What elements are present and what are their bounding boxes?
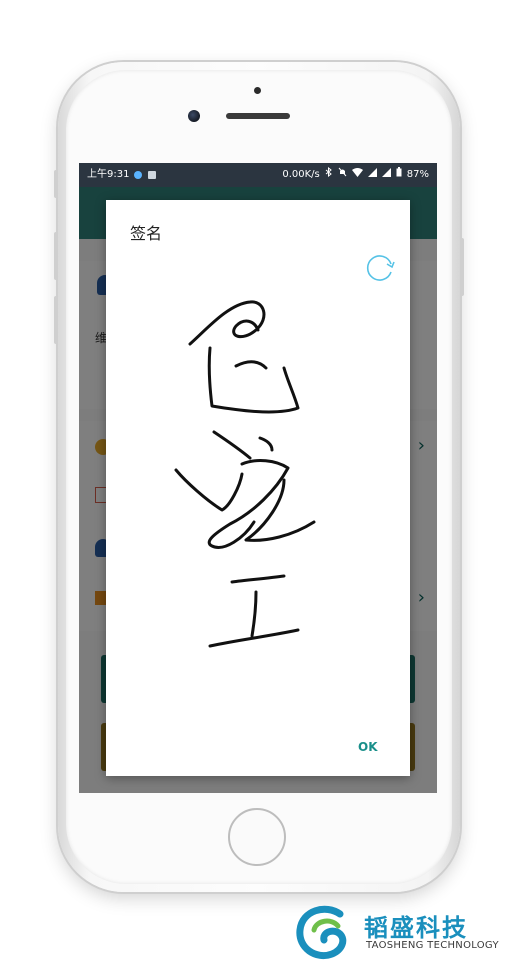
signature-canvas[interactable]: [166, 290, 326, 660]
earpiece-speaker: [226, 113, 290, 119]
brand-name-en: TAOSHENG TECHNOLOGY: [366, 940, 499, 951]
signature-strokes: [174, 300, 316, 648]
bluetooth-icon: [325, 163, 333, 187]
mute-switch: [54, 170, 58, 198]
notification-image-icon: [148, 171, 156, 179]
dialog-title: 签名: [130, 224, 163, 243]
mute-icon: [338, 163, 347, 187]
volume-up-button: [54, 232, 58, 280]
brand-name-cn: 韬盛科技: [364, 914, 468, 942]
battery-level: 87%: [406, 169, 429, 180]
status-time: 上午9:31: [87, 169, 130, 180]
status-right-cluster: 0.00K/s 87%: [282, 163, 429, 187]
home-button[interactable]: [228, 808, 286, 866]
wifi-icon: [351, 163, 363, 187]
network-speed: 0.00K/s: [282, 169, 320, 180]
signal-icon: [381, 163, 391, 187]
proximity-sensor: [254, 87, 261, 94]
refresh-icon[interactable]: [362, 250, 398, 286]
signature-dialog: 签名 OK: [106, 200, 410, 776]
ok-button[interactable]: OK: [358, 740, 378, 754]
status-bar: 上午9:31 0.00K/s 87%: [79, 163, 437, 187]
battery-icon: [396, 163, 402, 187]
brand-logo-icon: [296, 904, 350, 960]
front-camera-icon: [188, 110, 200, 122]
power-button: [460, 238, 464, 296]
volume-down-button: [54, 296, 58, 344]
signal-icon: [367, 163, 377, 187]
notification-dot-icon: [134, 171, 142, 179]
